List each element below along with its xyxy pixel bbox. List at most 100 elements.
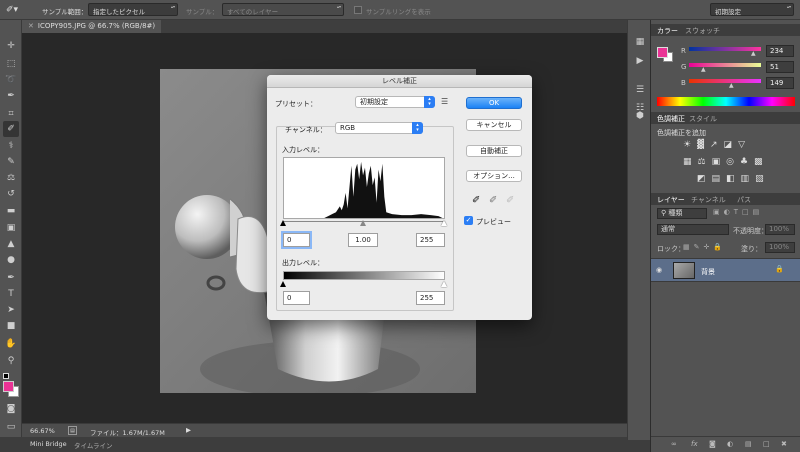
pen-tool-icon[interactable]: ✒ (3, 270, 19, 286)
g-slider-thumb[interactable]: ▲ (701, 66, 706, 73)
threshold-icon[interactable]: ◧ (726, 174, 741, 184)
preview-checkbox[interactable]: ✓ (464, 216, 473, 225)
layer-visibility-eye-icon[interactable]: ◉ (656, 266, 662, 274)
black-white-icon[interactable]: ▣ (712, 157, 727, 167)
channel-select[interactable]: RGB ▴ ▾ (335, 122, 423, 134)
b-slider[interactable] (689, 79, 761, 83)
black-point-eyedropper-icon[interactable]: ✐ (472, 195, 480, 206)
dodge-tool-icon[interactable]: ● (3, 252, 19, 268)
ok-button[interactable]: OK (466, 97, 522, 109)
input-black-field[interactable]: 0 (281, 231, 312, 249)
r-value-field[interactable]: 234 (766, 45, 794, 57)
input-white-field[interactable]: 255 (416, 233, 445, 247)
blend-mode-select[interactable]: 通常 (657, 224, 729, 235)
new-group-icon[interactable]: ▤ (745, 440, 752, 448)
input-black-slider[interactable] (280, 220, 286, 226)
tab-paths[interactable]: パス (737, 195, 751, 205)
eraser-tool-icon[interactable]: ▬ (3, 203, 19, 219)
b-slider-thumb[interactable]: ▲ (729, 82, 734, 89)
output-white-slider[interactable] (441, 281, 447, 287)
brush-tool-icon[interactable]: ✎ (3, 154, 19, 170)
3d-panel-icon[interactable]: ⬢ (632, 108, 648, 124)
tab-mini-bridge[interactable]: Mini Bridge (30, 440, 67, 448)
clone-stamp-tool-icon[interactable]: ⚖ (3, 170, 19, 186)
new-layer-icon[interactable]: □ (763, 440, 770, 448)
shape-tool-icon[interactable]: ■ (3, 318, 19, 334)
options-button[interactable]: オプション... (466, 170, 522, 182)
path-selection-tool-icon[interactable]: ➤ (3, 302, 19, 318)
fill-field[interactable]: 100% (765, 242, 795, 253)
white-point-eyedropper-icon[interactable]: ✐ (506, 195, 514, 206)
auto-button[interactable]: 自動補正 (466, 145, 522, 157)
levels-icon[interactable]: ▓ (697, 140, 710, 150)
hue-saturation-icon[interactable]: ▦ (683, 157, 698, 167)
color-fg-swatch[interactable] (657, 47, 668, 58)
brightness-icon[interactable]: ☀ (683, 140, 697, 150)
posterize-icon[interactable]: ▤ (712, 174, 727, 184)
zoom-tool-icon[interactable]: ⚲ (3, 353, 19, 369)
tab-adjustments[interactable]: 色調補正 (657, 114, 685, 124)
sample-size-select[interactable]: 指定したピクセル (88, 3, 178, 16)
history-brush-tool-icon[interactable]: ↺ (3, 186, 19, 202)
b-value-field[interactable]: 149 (766, 77, 794, 89)
invert-icon[interactable]: ◩ (697, 174, 712, 184)
input-white-slider[interactable] (441, 220, 447, 226)
tab-swatches[interactable]: スウォッチ (685, 26, 720, 36)
link-layers-icon[interactable]: ∞ (671, 440, 677, 448)
workspace-select[interactable]: 初期設定 (710, 3, 794, 16)
tab-color[interactable]: カラー (657, 26, 678, 36)
output-black-slider[interactable] (280, 281, 286, 287)
g-value-field[interactable]: 51 (766, 61, 794, 73)
tab-channels[interactable]: チャンネル (691, 195, 726, 205)
sample-ring-checkbox[interactable] (354, 6, 362, 14)
color-lookup-icon[interactable]: ▩ (754, 157, 769, 167)
layer-row[interactable]: ◉ 背景 🔒 (651, 258, 800, 282)
output-white-field[interactable]: 255 (416, 291, 445, 305)
blur-tool-icon[interactable]: ▲ (3, 236, 19, 252)
marquee-tool-icon[interactable]: ⬚ (3, 56, 19, 72)
opacity-field[interactable]: 100% (765, 224, 795, 235)
add-mask-icon[interactable]: ◙ (709, 440, 716, 448)
r-slider-thumb[interactable]: ▲ (751, 50, 756, 57)
default-colors-icon[interactable] (3, 373, 9, 379)
eyedropper-tool-preset-icon[interactable]: ✐▾ (6, 4, 24, 16)
status-menu-icon[interactable]: ▤ (68, 426, 77, 435)
preset-options-icon[interactable]: ☰ (441, 97, 448, 106)
tab-timeline[interactable]: タイムライン (74, 440, 113, 450)
character-panel-icon[interactable]: ☰ (632, 82, 648, 98)
eyedropper-tool-icon[interactable]: ✐ (3, 121, 19, 137)
color-balance-icon[interactable]: ⚖ (698, 157, 712, 167)
actions-panel-icon[interactable]: ▶ (632, 53, 648, 69)
zoom-level[interactable]: 66.67% (30, 427, 55, 435)
input-gamma-field[interactable]: 1.00 (348, 233, 378, 247)
gradient-tool-icon[interactable]: ▣ (3, 220, 19, 236)
quick-select-tool-icon[interactable]: ✒ (3, 88, 19, 104)
lasso-tool-icon[interactable]: ➰ (3, 72, 19, 88)
selective-color-icon[interactable]: ▧ (755, 174, 770, 184)
sample-select[interactable]: すべてのレイヤー (222, 3, 344, 16)
layer-style-icon[interactable]: fx (691, 440, 698, 448)
lock-icons[interactable]: ▦✎✛🔒 (683, 243, 726, 251)
layer-kind-filter[interactable]: ⚲ 種類 (657, 208, 707, 219)
cancel-button[interactable]: キャンセル (466, 119, 522, 131)
input-gamma-slider[interactable] (360, 220, 366, 226)
exposure-icon[interactable]: ◪ (724, 140, 739, 150)
vibrance-icon[interactable]: ▽ (738, 140, 751, 150)
type-tool-icon[interactable]: T (3, 286, 19, 302)
color-spectrum-bar[interactable] (657, 97, 795, 106)
tab-styles[interactable]: スタイル (689, 114, 717, 124)
delete-layer-icon[interactable]: ✖ (781, 440, 787, 448)
new-adjustment-layer-icon[interactable]: ◐ (727, 440, 733, 448)
curves-icon[interactable]: ↗ (710, 140, 724, 150)
document-tab[interactable]: ✕ ICOPY905.JPG @ 66.7% (RGB/8#) (22, 20, 162, 33)
healing-brush-tool-icon[interactable]: ⚕ (3, 138, 19, 154)
close-icon[interactable]: ✕ (28, 22, 34, 30)
status-arrow-icon[interactable]: ▶ (186, 426, 191, 434)
foreground-color-swatch[interactable] (3, 381, 14, 392)
crop-tool-icon[interactable]: ⌗ (3, 106, 19, 122)
photo-filter-icon[interactable]: ◎ (726, 157, 740, 167)
screen-mode-icon[interactable]: ▭ (3, 419, 19, 435)
output-black-field[interactable]: 0 (283, 291, 310, 305)
tab-layers[interactable]: レイヤー (657, 195, 685, 205)
preset-select[interactable]: 初期設定 ▴ ▾ (355, 96, 435, 108)
